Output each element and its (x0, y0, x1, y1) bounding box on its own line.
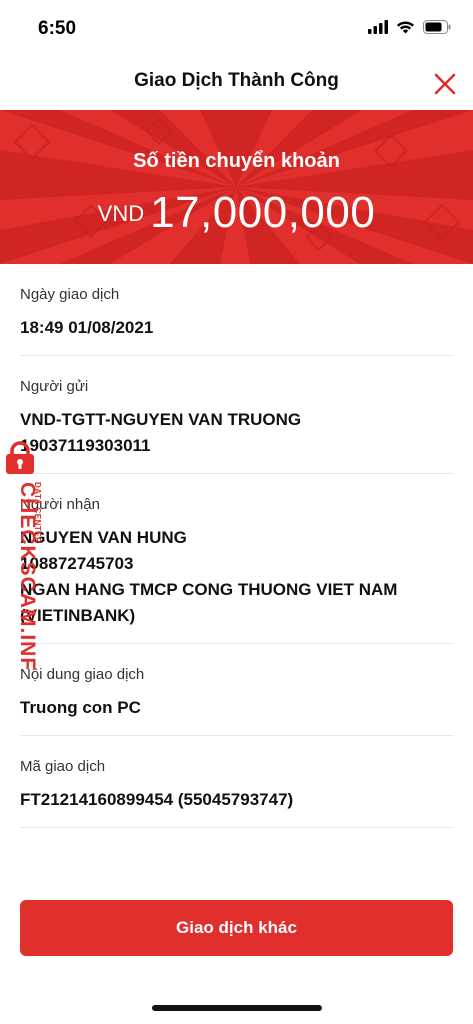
detail-row-sender: Người gửi VND-TGTT-NGUYEN VAN TRUONG 190… (20, 356, 453, 474)
transaction-id-label: Mã giao dịch (20, 758, 106, 775)
receiver-account: 108872745703 (20, 554, 134, 573)
close-icon (434, 73, 456, 95)
lock-icon (6, 441, 34, 474)
date-label: Ngày giao dịch (20, 286, 120, 303)
status-bar: 6:50 (0, 0, 473, 58)
header: Giao Dịch Thành Công (0, 58, 473, 110)
checkscam-watermark: CHECKSCAM.INFO DATA CENTER (2, 440, 42, 670)
date-value: 18:49 01/08/2021 (20, 318, 154, 337)
amount-value: 17,000,000 (150, 188, 376, 237)
home-indicator[interactable] (152, 1005, 322, 1011)
battery-icon (423, 20, 451, 39)
receiver-bank: NGAN HANG TMCP CONG THUONG VIET NAM (VIE… (20, 580, 398, 625)
status-time: 6:50 (38, 18, 77, 39)
wifi-icon (396, 20, 415, 39)
amount-display: VND 17,000,000 (0, 188, 473, 238)
status-icons (368, 20, 451, 39)
content-label: Nội dung giao dịch (20, 666, 145, 683)
receiver-label: Người nhận (20, 496, 100, 513)
detail-row-content: Nội dung giao dịch Truong con PC (20, 644, 453, 736)
sender-account: 19037119303011 (20, 436, 151, 455)
detail-row-date: Ngày giao dịch 18:49 01/08/2021 (20, 264, 453, 356)
sender-name: VND-TGTT-NGUYEN VAN TRUONG (20, 410, 302, 429)
sender-label: Người gửi (20, 378, 89, 395)
page-title: Giao Dịch Thành Công (134, 70, 339, 91)
detail-row-receiver: Người nhận NGUYEN VAN HUNG 108872745703 … (20, 474, 453, 644)
close-button[interactable] (429, 68, 461, 100)
signal-icon (368, 20, 388, 39)
banner-pattern (0, 110, 473, 264)
transaction-id-value: FT21214160899454 (55045793747) (20, 790, 294, 809)
detail-row-transaction-id: Mã giao dịch FT21214160899454 (550457937… (20, 736, 453, 828)
other-transaction-button[interactable]: Giao dịch khác (20, 900, 453, 956)
transaction-details: Ngày giao dịch 18:49 01/08/2021 Người gử… (20, 264, 453, 828)
amount-banner: Số tiền chuyển khoản VND 17,000,000 (0, 110, 473, 264)
watermark-sub-text: DATA CENTER (33, 482, 42, 543)
receiver-name: NGUYEN VAN HUNG (20, 528, 187, 547)
currency-label: VND (97, 201, 145, 226)
content-value: Truong con PC (20, 698, 141, 717)
amount-label: Số tiền chuyển khoản (133, 150, 340, 172)
watermark-text: CHECKSCAM.INFO DATA CENTER (16, 482, 42, 670)
